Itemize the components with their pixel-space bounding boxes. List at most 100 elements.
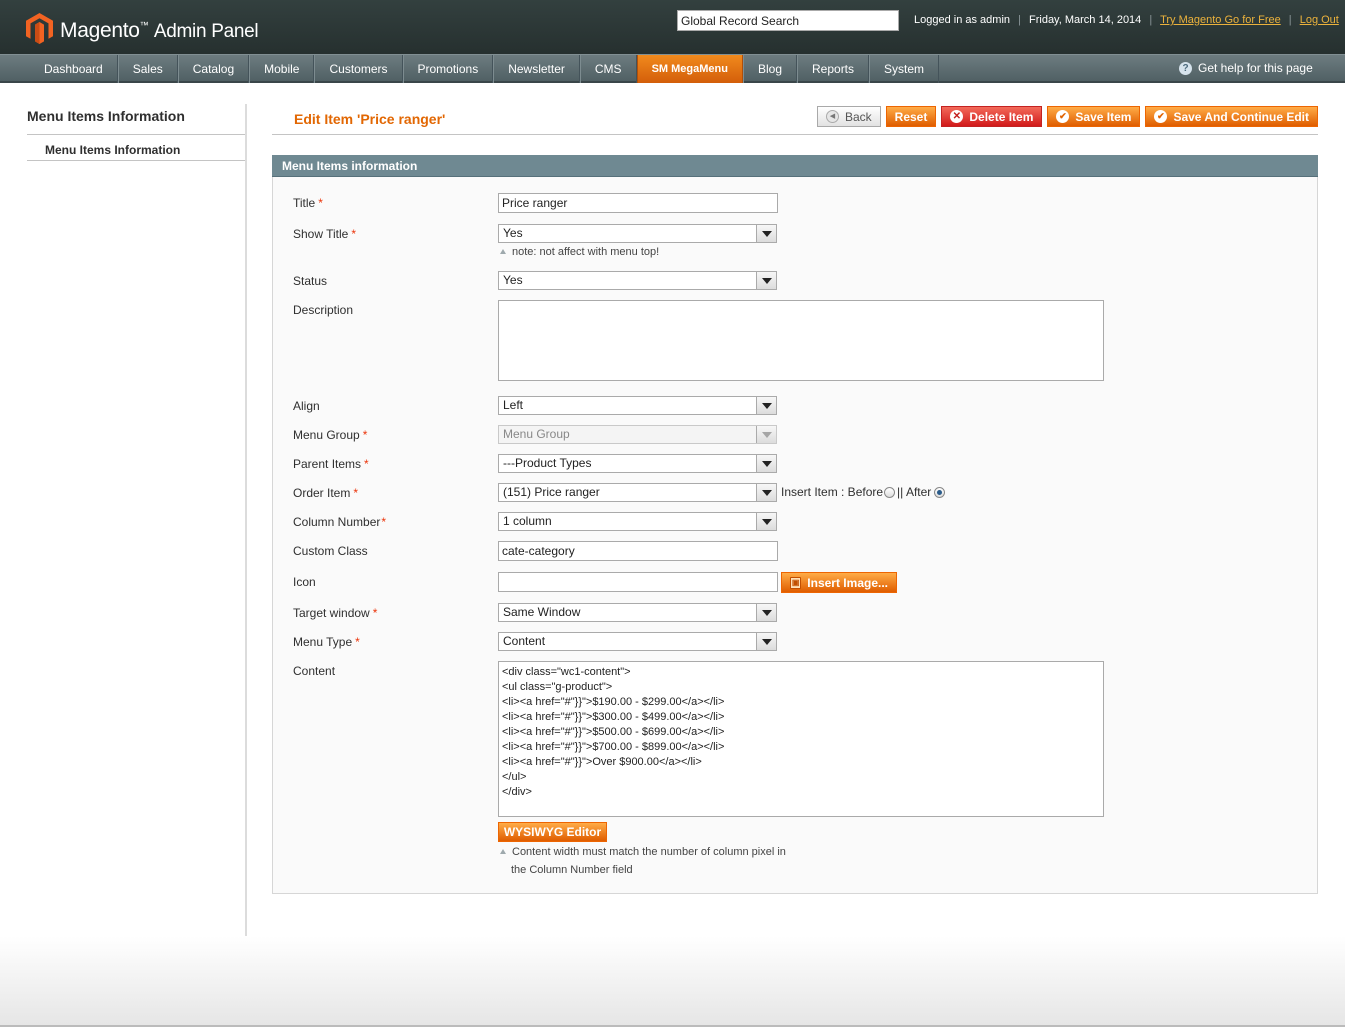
logout-link[interactable]: Log Out [1300,14,1339,26]
wysiwyg-editor-button[interactable]: WYSIWYG Editor [498,822,607,842]
content-note-line2: the Column Number field [511,864,633,876]
back-button[interactable]: ◀ Back [816,106,881,127]
magento-logo-icon [26,13,53,44]
menu-group-label: Menu Group * [293,428,368,442]
required-mark: * [362,428,368,442]
save-continue-button-label: Save And Continue Edit [1173,109,1309,124]
sidebar-title: Menu Items Information [27,100,246,135]
dropdown-arrow-icon [756,272,776,289]
insert-after-radio[interactable] [934,486,946,498]
column-number-label: Column Number* [293,515,387,529]
dropdown-arrow-icon [756,455,776,472]
help-icon: ? [1179,61,1192,75]
menu-group-select: Menu Group [498,425,777,444]
dropdown-arrow-icon [756,633,776,650]
dropdown-arrow-icon [756,426,776,443]
help-link[interactable]: ? Get help for this page [1179,61,1313,75]
show-title-select[interactable]: Yes [498,224,777,243]
header-user-info: Logged in as admin | Friday, March 14, 2… [914,14,1339,26]
logged-in-text: Logged in as admin [914,14,1011,26]
delete-icon: ✕ [950,110,964,123]
page-title-divider [272,134,1318,135]
show-title-label: Show Title * [293,227,357,241]
custom-class-input[interactable] [498,541,778,561]
fieldset-header: Menu Items information [272,155,1318,177]
checkmark-icon: ✔ [1056,110,1070,123]
icon-label: Icon [293,575,316,589]
brand-main: Magento [60,19,140,42]
required-mark: * [318,196,323,210]
dropdown-arrow-icon [756,397,776,414]
nav-item-newsletter[interactable]: Newsletter [493,55,580,83]
align-select[interactable]: Left [498,396,777,415]
nav-item-promotions[interactable]: Promotions [402,55,494,83]
nav-item-customers[interactable]: Customers [314,55,403,83]
title-label: Title * [293,196,323,210]
column-number-select[interactable]: 1 column [498,512,777,531]
nav-item-system[interactable]: System [869,55,940,83]
magento-logo[interactable]: Magento™ Admin Panel [26,10,259,47]
nav-item-catalog[interactable]: Catalog [177,55,250,83]
nav-item-cms[interactable]: CMS [579,55,637,83]
custom-class-label: Custom Class [293,544,368,558]
form-buttons: ◀ Back Reset ✕ Delete Item ✔ Save Item ✔… [816,106,1318,127]
delete-item-button[interactable]: ✕ Delete Item [941,106,1043,127]
insert-image-button-label: Insert Image... [807,575,888,590]
image-icon: ▣ [790,576,802,589]
content-textarea[interactable]: <div class="wc1-content"> <ul class="g-p… [498,661,1104,817]
nav-item-mobile[interactable]: Mobile [249,55,315,83]
save-button-label: Save Item [1075,109,1132,124]
save-and-continue-button[interactable]: ✔ Save And Continue Edit [1145,106,1318,127]
separator: | [1018,14,1021,26]
order-item-select[interactable]: (151) Price ranger [498,483,777,502]
menu-type-select[interactable]: Content [498,632,777,651]
menu-type-label: Menu Type * [293,635,360,649]
main-navigation: Dashboard Sales Catalog Mobile Customers… [0,54,1345,83]
required-mark: * [353,486,359,500]
required-mark: * [372,606,378,620]
brand-tm: ™ [139,20,149,30]
back-arrow-icon: ◀ [825,110,839,123]
nav-item-dashboard[interactable]: Dashboard [28,55,118,83]
delete-button-label: Delete Item [969,109,1034,124]
save-item-button[interactable]: ✔ Save Item [1047,106,1141,127]
dropdown-arrow-icon [756,225,776,242]
global-record-search-input[interactable] [677,10,899,31]
content-note: Content width must match the number of c… [500,846,786,858]
icon-input[interactable] [498,572,778,592]
checkmark-icon: ✔ [1154,110,1168,123]
title-input[interactable] [498,193,778,213]
nav-item-sales[interactable]: Sales [117,55,178,83]
dropdown-arrow-icon [756,484,776,501]
note-icon [500,249,506,254]
status-label: Status [293,274,328,288]
wysiwyg-button-label: WYSIWYG Editor [503,825,602,839]
admin-header: Magento™ Admin Panel Logged in as admin … [0,0,1345,54]
help-link-label: Get help for this page [1198,61,1313,75]
nav-item-sm-megamenu[interactable]: SM MegaMenu [636,55,743,83]
insert-item-position: Insert Item : Before || After [781,485,947,499]
sidebar-divider [245,104,247,936]
parent-items-select[interactable]: ---Product Types [498,454,777,473]
insert-image-button[interactable]: ▣ Insert Image... [781,572,897,593]
status-select[interactable]: Yes [498,271,777,290]
header-date: Friday, March 14, 2014 [1029,14,1142,26]
note-icon [500,849,506,854]
description-textarea[interactable] [498,300,1104,381]
insert-before-radio[interactable] [884,486,896,498]
show-title-note: note: not affect with menu top! [500,246,659,258]
nav-item-reports[interactable]: Reports [797,55,870,83]
reset-button[interactable]: Reset [885,106,937,127]
sidebar: Menu Items Information Menu Items Inform… [27,100,247,161]
try-magento-go-link[interactable]: Try Magento Go for Free [1160,14,1281,26]
required-mark: * [355,635,360,649]
description-label: Description [293,303,354,317]
page-footer [0,936,1345,1027]
page-title: Edit Item 'Price ranger' [294,111,446,127]
required-mark: * [381,515,387,529]
target-window-select[interactable]: Same Window [498,603,777,622]
separator: | [1149,14,1153,26]
align-label: Align [293,399,320,413]
nav-item-blog[interactable]: Blog [742,55,797,83]
sidebar-tab-menu-items-information[interactable]: Menu Items Information [27,139,246,161]
